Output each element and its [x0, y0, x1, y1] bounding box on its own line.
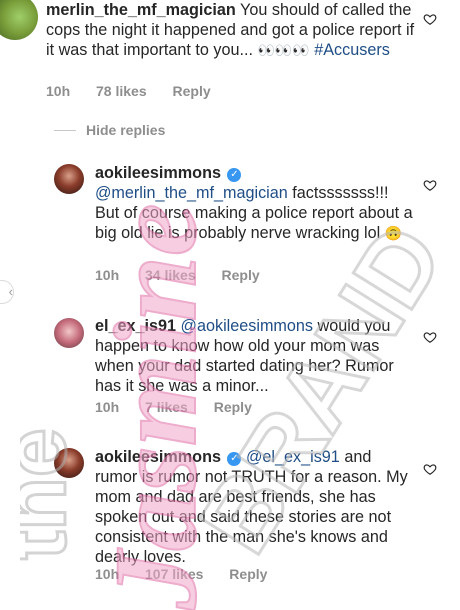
heart-outline-icon[interactable]	[423, 330, 437, 344]
username-aokilee[interactable]: aokileesimmons	[95, 164, 221, 182]
eyes-emoji: 👀👀👀	[257, 42, 309, 58]
comment-meta: 10h 7 likes Reply	[95, 399, 274, 415]
comment-text-aokilee-1: aokileesimmons ✓ @merlin_the_mf_magician…	[95, 163, 415, 243]
comment-meta: 10h 34 likes Reply	[95, 267, 282, 283]
reply-button[interactable]: Reply	[214, 399, 252, 415]
mention-link[interactable]: @aokileesimmons	[181, 317, 314, 335]
comment-meta: 10h 78 likes Reply	[46, 83, 233, 99]
likes-count[interactable]: 7 likes	[145, 399, 188, 415]
verified-badge-icon: ✓	[227, 452, 241, 466]
hide-replies-button[interactable]: Hide replies	[86, 122, 165, 138]
comment-time: 10h	[95, 399, 119, 415]
upside-down-emoji: 🙃	[385, 225, 402, 241]
avatar-aokilee[interactable]	[54, 164, 84, 194]
avatar-aokilee[interactable]	[54, 448, 84, 478]
mention-link[interactable]: @el_ex_is91	[246, 448, 340, 466]
reply-button[interactable]: Reply	[173, 83, 211, 99]
heart-outline-icon[interactable]	[423, 462, 437, 476]
comment-time: 10h	[95, 566, 119, 582]
username-el-ex[interactable]: el_ex_is91	[95, 317, 176, 335]
hashtag-link[interactable]: #Accusers	[314, 41, 390, 59]
hide-replies-line	[54, 130, 76, 131]
svg-text:the: the	[20, 428, 84, 560]
avatar-el-ex[interactable]	[54, 318, 84, 348]
heart-outline-icon[interactable]	[423, 12, 437, 26]
avatar-merlin[interactable]	[0, 0, 38, 40]
chevron-left-icon[interactable]: ‹	[0, 280, 14, 304]
username-aokilee[interactable]: aokileesimmons	[95, 448, 221, 466]
comment-time: 10h	[46, 83, 70, 99]
likes-count[interactable]: 34 likes	[145, 267, 196, 283]
heart-outline-icon[interactable]	[423, 178, 437, 192]
comment-meta: 10h 107 likes Reply	[95, 566, 289, 582]
comment-text-aokilee-2: aokileesimmons ✓ @el_ex_is91 and rumor i…	[95, 447, 415, 567]
likes-count[interactable]: 107 likes	[145, 566, 203, 582]
comment-text-merlin: merlin_the_mf_magician You should of cal…	[46, 0, 416, 60]
mention-link[interactable]: @merlin_the_mf_magician	[95, 184, 288, 202]
reply-button[interactable]: Reply	[222, 267, 260, 283]
username-merlin[interactable]: merlin_the_mf_magician	[46, 1, 236, 19]
comment-time: 10h	[95, 267, 119, 283]
verified-badge-icon: ✓	[227, 168, 241, 182]
likes-count[interactable]: 78 likes	[96, 83, 147, 99]
comment-text-el-ex: el_ex_is91 @aokileesimmons would you hap…	[95, 316, 415, 396]
reply-button[interactable]: Reply	[229, 566, 267, 582]
